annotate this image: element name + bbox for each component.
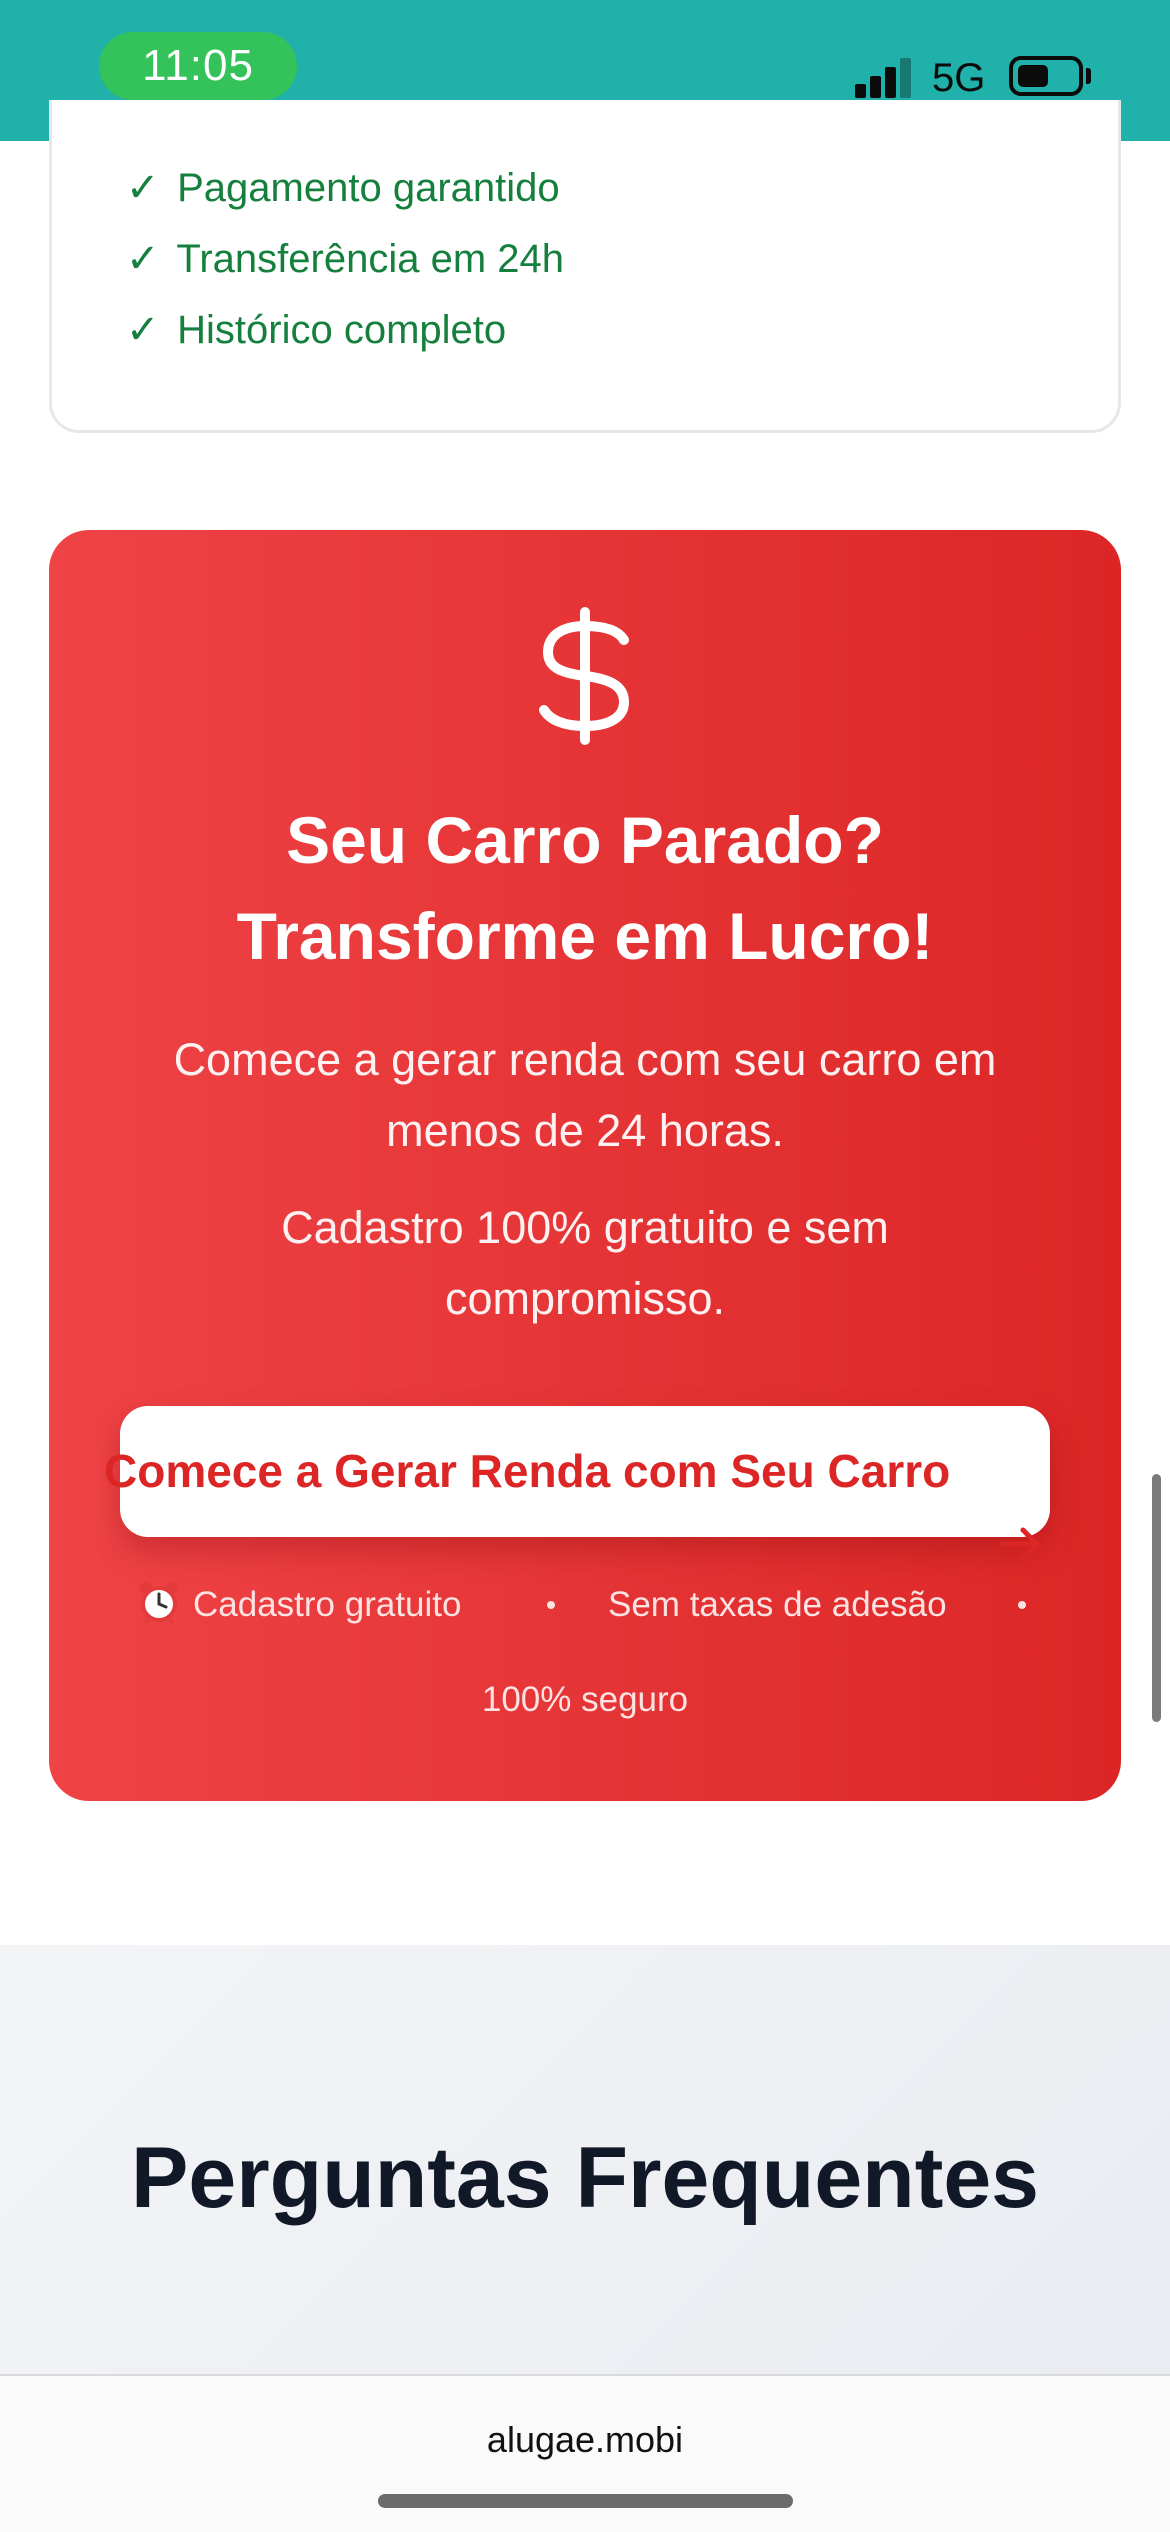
perk-label: Cadastro gratuito (193, 1585, 462, 1624)
alarm-clock-icon (140, 1582, 178, 1624)
start-earning-button-label: Comece a Gerar Renda com Seu Carro (104, 1445, 951, 1497)
check-icon: ✓ (126, 166, 160, 210)
feature-label: Histórico completo (177, 308, 507, 352)
start-earning-button[interactable]: Comece a Gerar Renda com Seu Carro (104, 1406, 1050, 1537)
cta-description-line: menos de 24 horas. (386, 1105, 784, 1156)
cellular-signal-icon (855, 58, 915, 98)
scrollbar[interactable] (1152, 1474, 1161, 1722)
arrow-right-icon (1000, 1527, 1040, 1561)
cta-title: Seu Carro Parado? Transforme em Lucro! (49, 792, 1121, 984)
separator-dot (547, 1601, 555, 1609)
perk-item: Cadastro gratuito (137, 1580, 461, 1630)
perk-item: Sem taxas de adesão (608, 1580, 947, 1630)
cta-description: Comece a gerar renda com seu carro em me… (129, 1024, 1041, 1166)
battery-icon (1009, 56, 1083, 96)
cta-title-line: Transforme em Lucro! (236, 899, 934, 973)
perk-item: 100% seguro (49, 1675, 1121, 1725)
features-card: ✓ Pagamento garantido ✓ Transferência em… (49, 100, 1121, 433)
faq-title: Perguntas Frequentes (131, 2130, 1039, 2226)
faq-section: Perguntas Frequentes (0, 1945, 1170, 2375)
perk-label: 100% seguro (481, 1680, 689, 1719)
network-type-label: 5G (932, 56, 986, 100)
feature-label: Pagamento garantido (177, 166, 560, 210)
home-indicator[interactable] (378, 2494, 793, 2508)
dollar-sign-icon (539, 607, 630, 745)
cta-subdescription: Cadastro 100% gratuito e sem compromisso… (129, 1192, 1041, 1334)
separator-dot (1018, 1601, 1026, 1609)
feature-item: ✓ Histórico completo (126, 302, 506, 358)
cta-title-line: Seu Carro Parado? (286, 803, 884, 877)
feature-item: ✓ Transferência em 24h (126, 231, 564, 287)
battery-tip (1086, 68, 1091, 84)
url-text[interactable]: alugae.mobi (0, 2412, 1170, 2468)
cta-description-line: Comece a gerar renda com seu carro em (173, 1034, 997, 1085)
cta-card: Seu Carro Parado? Transforme em Lucro! C… (49, 530, 1121, 1801)
check-icon: ✓ (126, 237, 160, 281)
browser-address-bar[interactable]: alugae.mobi (0, 2374, 1170, 2532)
cta-subdescription-line: compromisso. (444, 1273, 726, 1324)
feature-item: ✓ Pagamento garantido (126, 160, 560, 216)
status-time: 11:05 (99, 32, 297, 100)
cta-subdescription-line: Cadastro 100% gratuito e sem (281, 1202, 889, 1253)
perk-label: Sem taxas de adesão (608, 1585, 947, 1624)
check-icon: ✓ (126, 308, 160, 352)
feature-label: Transferência em 24h (176, 237, 564, 281)
